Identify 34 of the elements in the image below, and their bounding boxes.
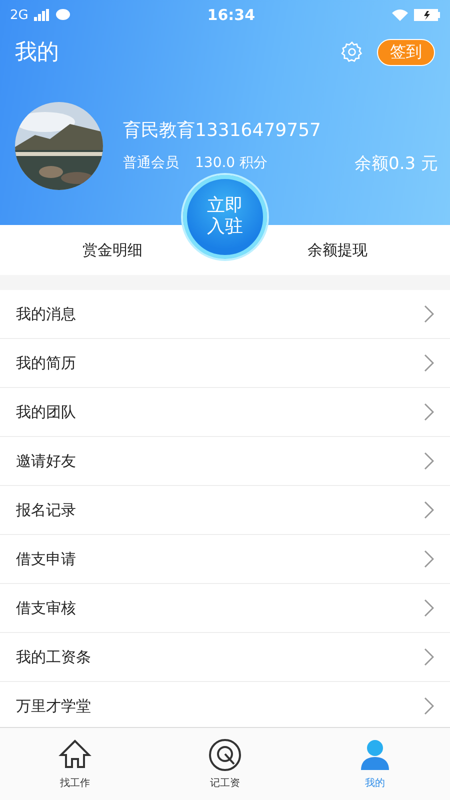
tab[interactable]: 记工资 (150, 728, 300, 800)
membership-level: 普通会员 (123, 154, 179, 172)
chevron-icon (424, 354, 434, 372)
page-title: 我的 (15, 39, 60, 67)
battery-icon (414, 9, 440, 21)
menu-item[interactable]: 借支审核 (0, 584, 450, 633)
balance-label: 余额0.3 元 (354, 152, 438, 174)
menu-item[interactable]: 邀请好友 (0, 437, 450, 486)
withdraw-link[interactable]: 余额提现 (308, 240, 368, 260)
signal-icon (34, 9, 50, 21)
points-label: 130.0 积分 (195, 154, 269, 172)
chevron-icon (424, 648, 434, 666)
chevron-icon (424, 501, 434, 519)
menu-item[interactable]: 报名记录 (0, 486, 450, 535)
chevron-icon (424, 550, 434, 568)
tab[interactable]: 找工作 (0, 728, 150, 800)
menu-item[interactable]: 我的团队 (0, 388, 450, 437)
target-icon (208, 738, 242, 772)
menu-item[interactable]: 借支申请 (0, 535, 450, 584)
chevron-icon (424, 697, 434, 715)
user-name: 育民教育13316479757 (123, 118, 322, 142)
network-label: 2G (10, 8, 28, 22)
wifi-icon (392, 9, 408, 21)
menu-item[interactable]: 我的消息 (0, 290, 450, 339)
chevron-icon (424, 452, 434, 470)
status-time: 16:34 (206, 6, 256, 24)
menu-item[interactable]: 我的简历 (0, 339, 450, 388)
chevron-icon (424, 599, 434, 617)
chevron-icon (424, 403, 434, 421)
settings-icon[interactable] (341, 41, 363, 63)
chevron-icon (424, 305, 434, 323)
menu-item[interactable]: 我的工资条 (0, 633, 450, 682)
person-icon (358, 738, 392, 772)
bounty-details-link[interactable]: 赏金明细 (82, 240, 142, 260)
